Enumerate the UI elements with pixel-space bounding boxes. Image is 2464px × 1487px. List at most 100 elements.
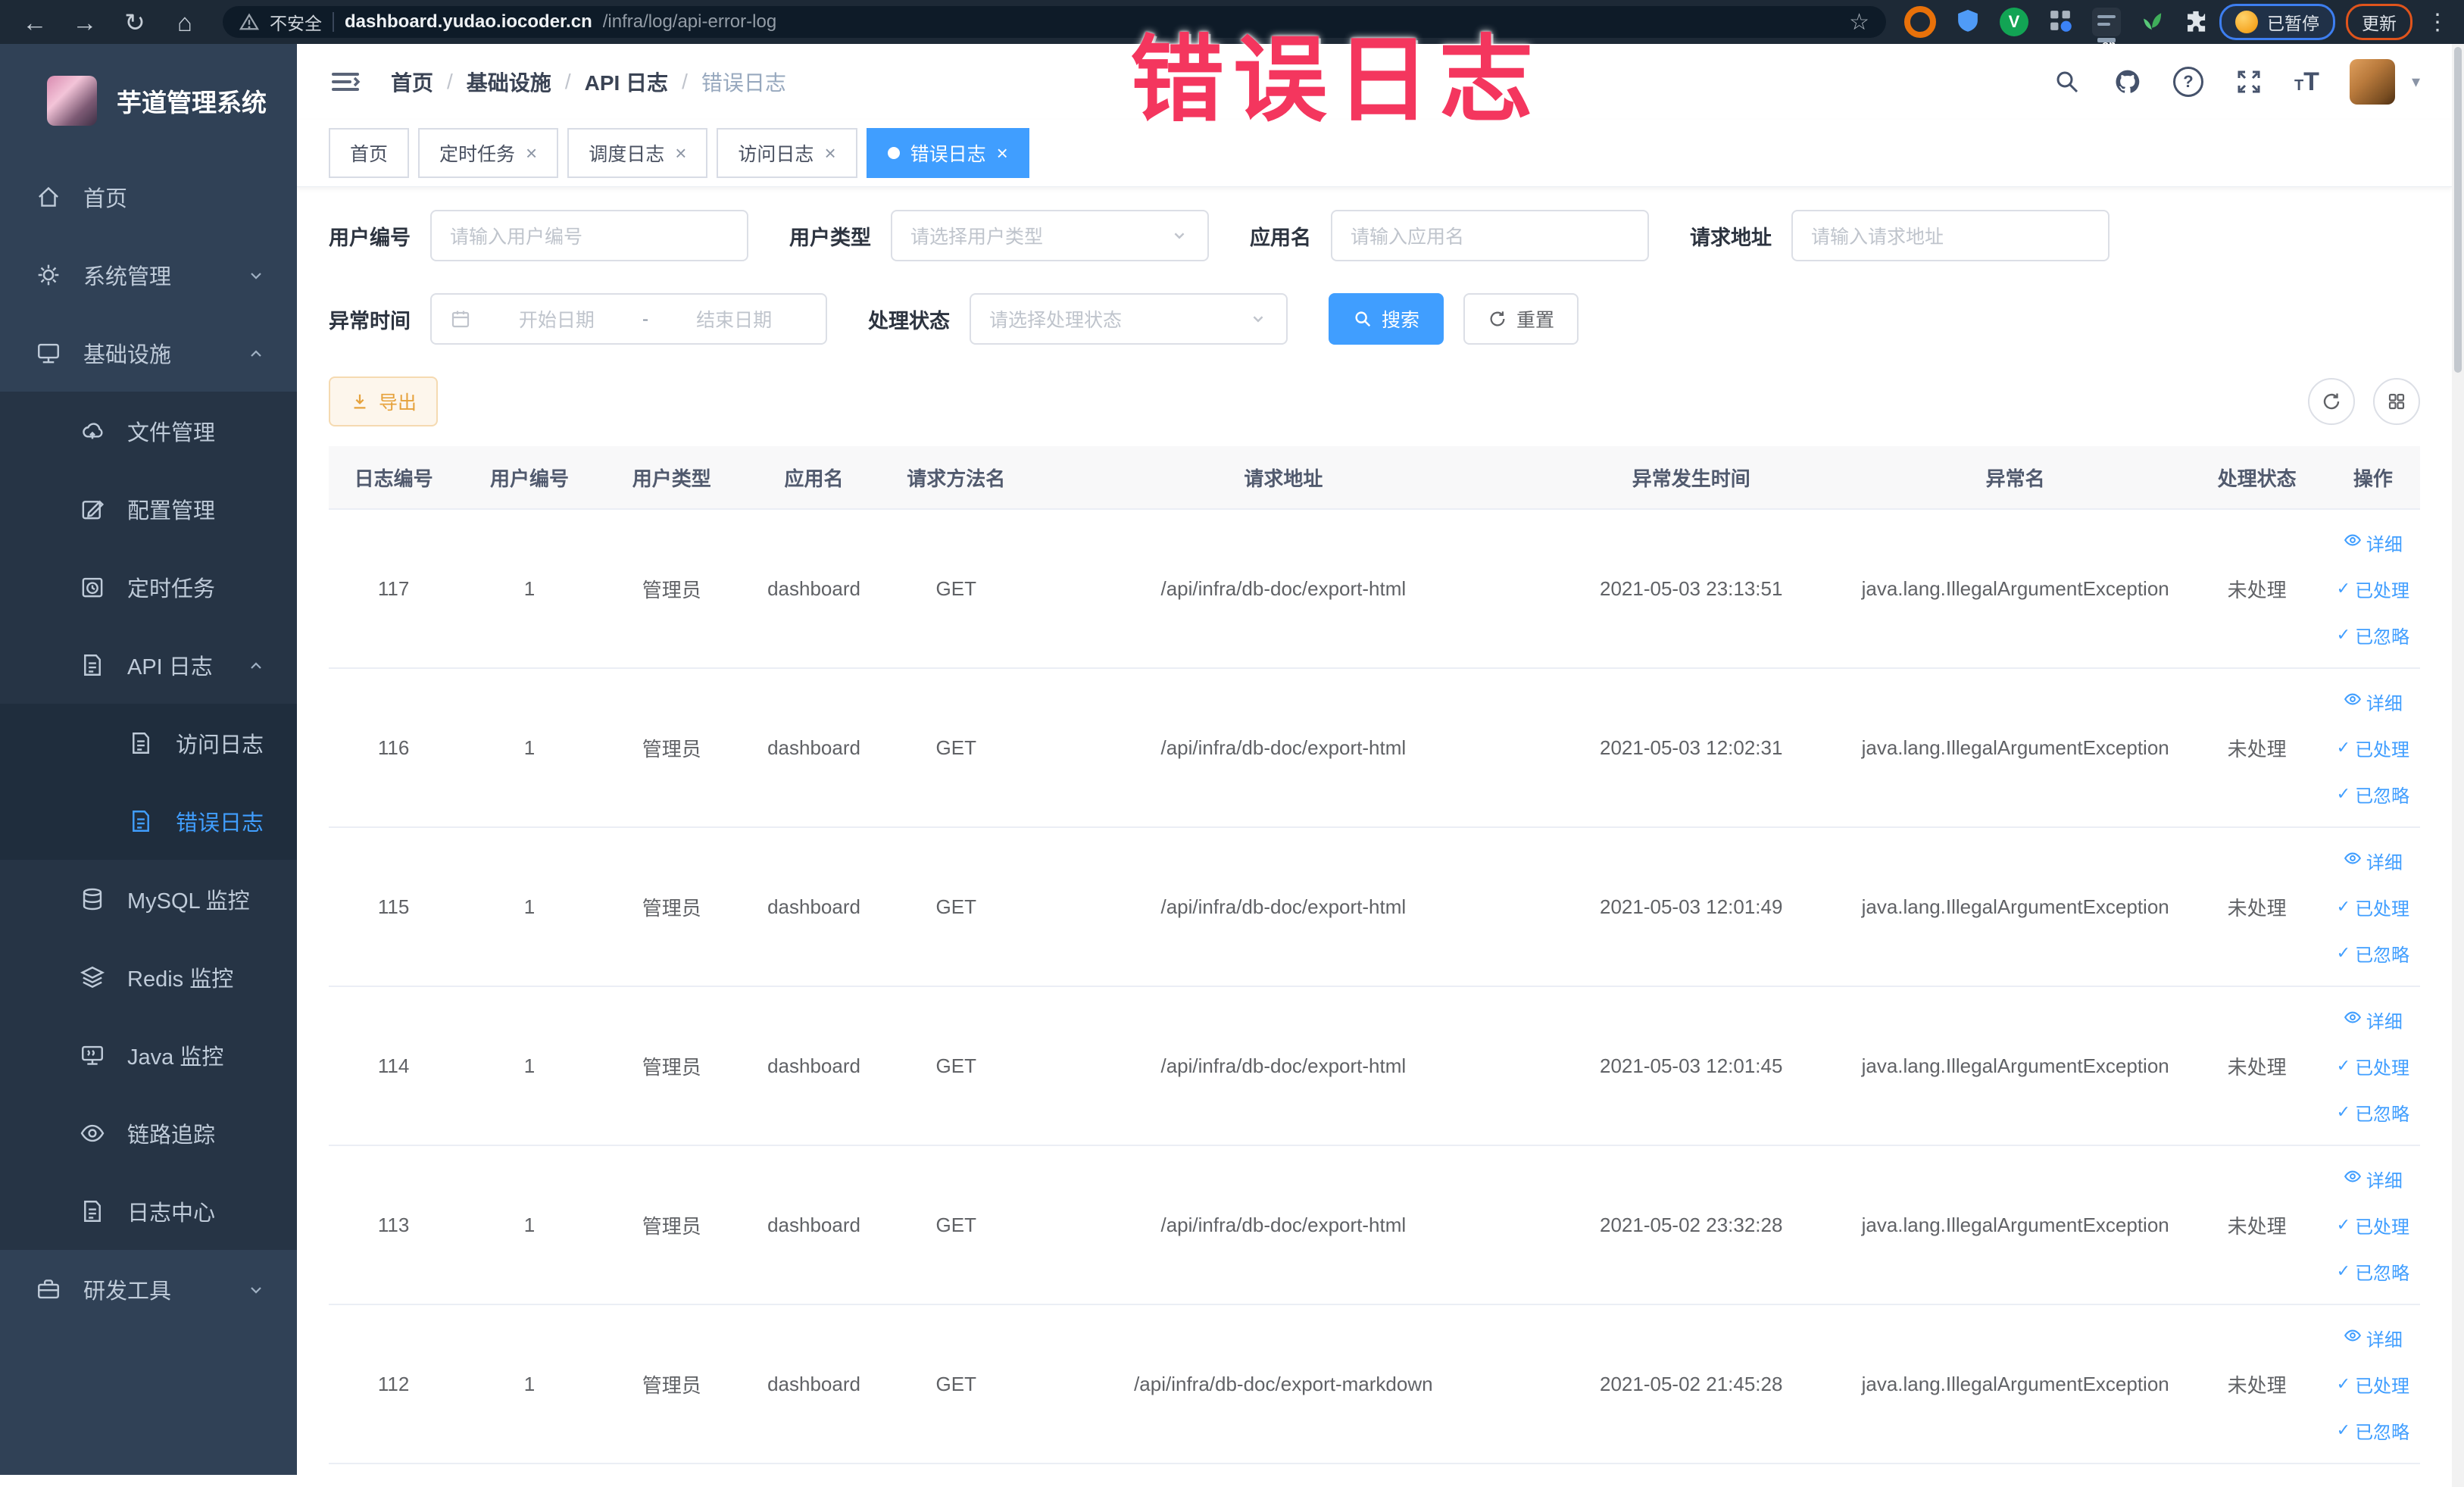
breadcrumb-item[interactable]: API 日志 — [585, 67, 668, 97]
sidebar-item-mysql-monitor[interactable]: MySQL 监控 — [0, 860, 297, 938]
user-id-input[interactable]: 请输入用户编号 — [430, 210, 748, 261]
close-icon[interactable]: × — [526, 143, 537, 163]
sidebar-item-redis-monitor[interactable]: Redis 监控 — [0, 938, 297, 1016]
processed-link[interactable]: ✓ 已处理 — [2337, 1053, 2409, 1079]
ignored-link[interactable]: ✓ 已忽略 — [2337, 1258, 2409, 1285]
exception-time-range-picker[interactable]: 开始日期 - 结束日期 — [430, 293, 827, 345]
green-v-extension-icon[interactable]: V — [2000, 8, 2028, 36]
app-name-input[interactable]: 请输入应用名 — [1331, 210, 1649, 261]
breadcrumb-item[interactable]: 首页 — [391, 67, 433, 97]
sidebar-item-config-mgmt[interactable]: 配置管理 — [0, 470, 297, 548]
home-icon[interactable]: ⌂ — [165, 10, 205, 35]
processed-link[interactable]: ✓ 已处理 — [2337, 894, 2409, 920]
processed-link[interactable]: ✓ 已处理 — [2337, 1212, 2409, 1239]
close-icon[interactable]: × — [824, 143, 835, 163]
scrollbar-thumb[interactable] — [2454, 47, 2462, 373]
font-size-icon[interactable]: TT — [2294, 67, 2319, 97]
processed-label: 已处理 — [2355, 1217, 2410, 1238]
back-icon[interactable]: ← — [15, 10, 55, 35]
bookmark-star-icon[interactable]: ☆ — [1849, 9, 1869, 36]
sidebar-item-infrastructure[interactable]: 基础设施 — [0, 314, 297, 392]
close-icon[interactable]: × — [675, 143, 686, 163]
processed-link[interactable]: ✓ 已处理 — [2337, 1371, 2409, 1398]
browser-menu-icon[interactable]: ⋮ — [2426, 9, 2449, 36]
sidebar-item-dev-tools[interactable]: 研发工具 — [0, 1250, 297, 1328]
column-header: 应用名 — [742, 446, 885, 510]
cell-user-id: 1 — [458, 668, 601, 828]
close-icon[interactable]: × — [997, 143, 1008, 163]
sidebar-item-trace[interactable]: 链路追踪 — [0, 1094, 297, 1172]
tab-home[interactable]: 首页 — [329, 128, 410, 178]
refresh-icon[interactable] — [2308, 378, 2355, 425]
sidebar-item-access-log[interactable]: 访问日志 — [0, 704, 297, 782]
sidebar-item-file-mgmt[interactable]: 文件管理 — [0, 392, 297, 470]
search-icon[interactable] — [2052, 67, 2082, 97]
request-url-input[interactable]: 请输入请求地址 — [1791, 210, 2110, 261]
cell-user-type: 管理员 — [600, 1145, 743, 1305]
log-icon — [79, 1198, 106, 1225]
ignored-link[interactable]: ✓ 已忽略 — [2337, 1417, 2409, 1444]
puzzle-extensions-icon[interactable] — [2183, 8, 2209, 37]
sidebar-item-log-center[interactable]: 日志中心 — [0, 1172, 297, 1250]
sidebar-item-scheduled-tasks[interactable]: 定时任务 — [0, 548, 297, 626]
sidebar-item-system-mgmt[interactable]: 系统管理 — [0, 236, 297, 314]
tab-scheduled-tasks[interactable]: 定时任务 × — [418, 128, 559, 178]
cell-method: GET — [885, 1145, 1028, 1305]
reload-icon[interactable]: ↻ — [115, 10, 155, 35]
cell-log-id: 117 — [329, 509, 459, 669]
blue-shield-extension-icon[interactable] — [1954, 7, 1982, 38]
tab-schedule-log[interactable]: 调度日志 × — [567, 128, 708, 178]
search-button[interactable]: 搜索 — [1329, 293, 1444, 345]
tab-error-log[interactable]: 错误日志 × — [866, 128, 1029, 178]
chevron-down-icon[interactable]: ▾ — [2412, 72, 2420, 92]
tab-label: 首页 — [350, 144, 389, 165]
address-bar[interactable]: 不安全 dashboard.yudao.iocoder.cn /infra/lo… — [223, 6, 1886, 38]
cell-app-name: dashboard — [742, 668, 885, 828]
process-status-select[interactable]: 请选择处理状态 — [970, 293, 1288, 345]
paused-extension-pill[interactable]: 已暂停 — [2219, 4, 2335, 40]
detail-link[interactable]: 详细 — [2344, 530, 2403, 556]
processed-link[interactable]: ✓ 已处理 — [2337, 576, 2409, 602]
help-icon[interactable]: ? — [2172, 67, 2203, 97]
leaf-extension-icon[interactable] — [2139, 8, 2165, 37]
security-label[interactable]: 不安全 — [270, 9, 322, 35]
on-badge-extension-icon[interactable]: on — [2092, 8, 2121, 52]
detail-link[interactable]: 详细 — [2344, 1325, 2403, 1351]
cell-exception: java.lang.IllegalArgumentException — [1842, 509, 2188, 669]
grid-extension-icon[interactable] — [2047, 7, 2074, 38]
ignored-link[interactable]: ✓ 已忽略 — [2337, 622, 2409, 648]
forward-icon[interactable]: → — [65, 10, 105, 35]
sidebar-item-api-log[interactable]: API 日志 — [0, 626, 297, 704]
update-button[interactable]: 更新 — [2346, 4, 2412, 40]
breadcrumb-item[interactable]: 基础设施 — [467, 67, 551, 97]
tab-access-log[interactable]: 访问日志 × — [717, 128, 857, 178]
export-button[interactable]: 导出 — [329, 376, 439, 426]
processed-link[interactable]: ✓ 已处理 — [2337, 735, 2409, 761]
sidebar-item-error-log[interactable]: 错误日志 — [0, 782, 297, 860]
user-avatar[interactable] — [2349, 59, 2395, 105]
user-type-select[interactable]: 请选择用户类型 — [891, 210, 1209, 261]
column-header: 异常名 — [1842, 446, 2188, 510]
browser-toolbar: ← → ↻ ⌂ 不安全 dashboard.yudao.iocoder.cn /… — [0, 0, 2464, 52]
hamburger-icon[interactable] — [329, 65, 362, 98]
ignored-link[interactable]: ✓ 已忽略 — [2337, 1099, 2409, 1126]
sidebar-item-home[interactable]: 首页 — [0, 158, 297, 236]
ignored-link[interactable]: ✓ 已忽略 — [2337, 781, 2409, 808]
sidebar-item-java-monitor[interactable]: Java 监控 — [0, 1016, 297, 1094]
range-separator: - — [642, 308, 649, 330]
detail-link[interactable]: 详细 — [2344, 1007, 2403, 1033]
detail-label: 详细 — [2366, 534, 2403, 555]
fullscreen-icon[interactable] — [2234, 67, 2264, 97]
cell-user-type: 管理员 — [600, 827, 743, 987]
detail-link[interactable]: 详细 — [2344, 1166, 2403, 1192]
reset-button[interactable]: 重置 — [1463, 293, 1579, 345]
browser-scrollbar[interactable] — [2452, 44, 2464, 1487]
column-settings-icon[interactable] — [2373, 378, 2420, 425]
ignored-link[interactable]: ✓ 已忽略 — [2337, 940, 2409, 967]
orange-donut-extension-icon[interactable] — [1904, 6, 1936, 38]
detail-link[interactable]: 详细 — [2344, 689, 2403, 715]
user-id-placeholder: 请输入用户编号 — [450, 226, 583, 248]
github-icon[interactable] — [2113, 67, 2143, 97]
sidebar-logo[interactable]: 芋道管理系统 — [0, 44, 297, 158]
detail-link[interactable]: 详细 — [2344, 848, 2403, 874]
